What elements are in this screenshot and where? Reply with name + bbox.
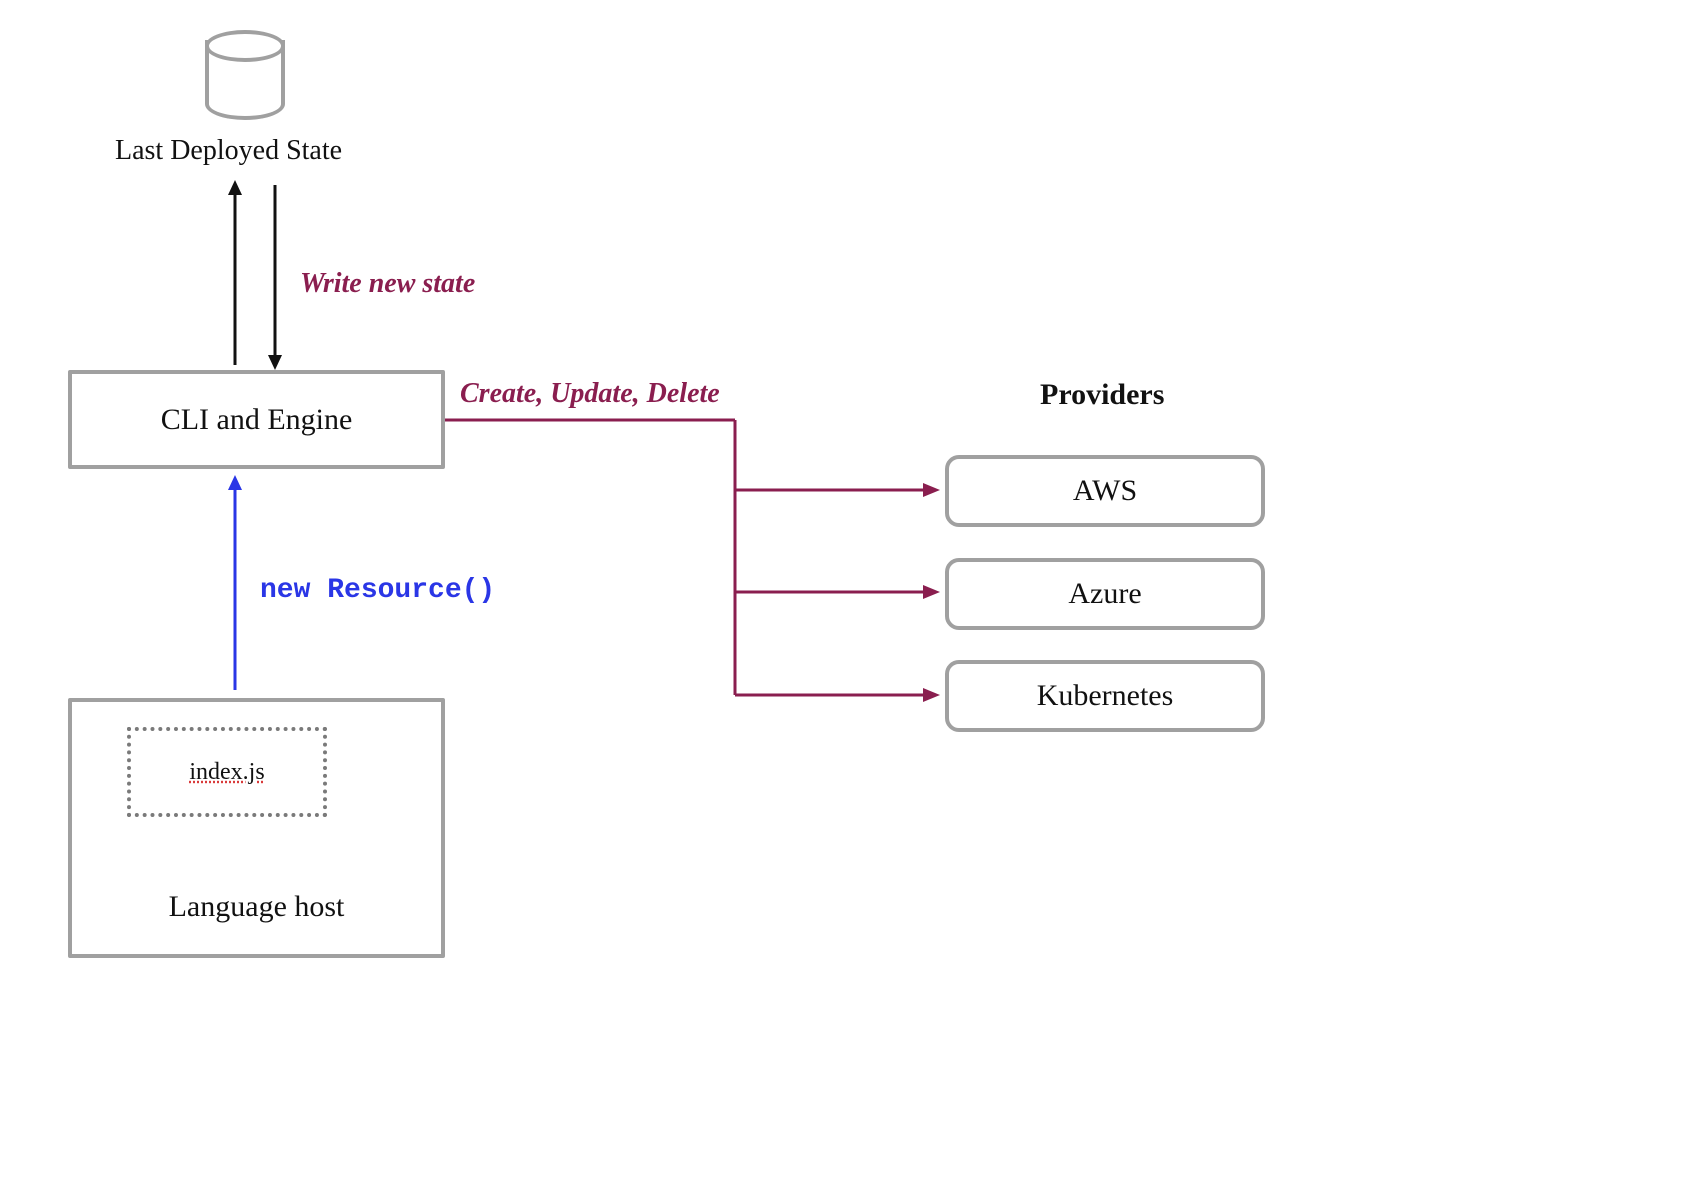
state-cylinder [205, 30, 285, 120]
state-caption: Last Deployed State [115, 135, 342, 167]
arrow-engine-to-state [225, 180, 245, 370]
index-file-box: index.js [127, 727, 327, 817]
arrow-state-to-engine [265, 180, 285, 370]
provider-azure: Azure [945, 558, 1265, 630]
provider-kubernetes-label: Kubernetes [1037, 679, 1174, 713]
provider-azure-label: Azure [1068, 577, 1141, 611]
provider-aws-label: AWS [1073, 474, 1137, 508]
provider-kubernetes: Kubernetes [945, 660, 1265, 732]
index-file-label: index.js [189, 759, 264, 786]
cli-engine-label: CLI and Engine [161, 403, 353, 437]
language-host-label: Language host [169, 890, 345, 924]
language-host-box: index.js Language host [68, 698, 445, 958]
write-state-annotation: Write new state [300, 268, 475, 300]
arrow-new-resource [225, 475, 245, 695]
crud-annotation: Create, Update, Delete [460, 378, 720, 410]
new-resource-annotation: new Resource() [260, 575, 495, 606]
cli-engine-box: CLI and Engine [68, 370, 445, 469]
provider-connector [445, 410, 940, 720]
providers-heading: Providers [1040, 378, 1164, 412]
provider-aws: AWS [945, 455, 1265, 527]
